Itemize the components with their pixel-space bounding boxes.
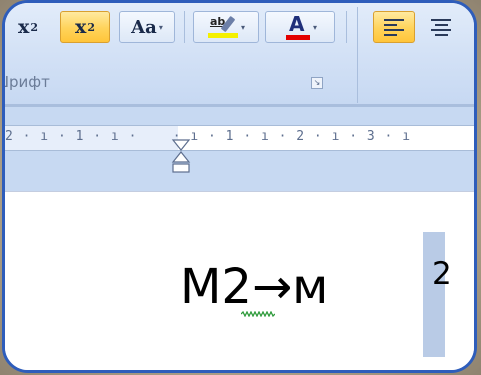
chevron-down-icon[interactable]: ▾: [313, 23, 317, 32]
text-highlight-button[interactable]: ab ▾: [193, 11, 259, 43]
font-color-label: A: [288, 12, 305, 36]
ribbon: x2 x2 Aa ▾ ab ▾ A ▾ рифт ↘: [5, 3, 474, 107]
chevron-down-icon: ▾: [158, 22, 163, 32]
font-color-bar: [285, 35, 310, 40]
ribbon-toolbar-row: x2 x2 Aa ▾ ab ▾ A ▾: [5, 3, 474, 49]
align-center-icon: [431, 18, 451, 36]
dialog-launcher-icon[interactable]: ↘: [311, 77, 323, 89]
toolbar-divider: [184, 11, 185, 43]
font-color-icon: A: [283, 12, 311, 41]
toolbar-divider: [346, 11, 347, 43]
text-selection: [423, 232, 445, 357]
highlighter-icon: ab: [207, 14, 239, 40]
horizontal-ruler[interactable]: 2 · ı · 1 · ı · · ı · 1 · ı · 2 · ı · 3 …: [5, 125, 474, 151]
change-case-label: Aa: [131, 16, 157, 38]
font-color-button[interactable]: A ▾: [265, 11, 335, 43]
subscript-button[interactable]: x2: [5, 11, 51, 43]
chevron-down-icon[interactable]: ▾: [241, 23, 245, 32]
spellcheck-squiggle-icon: [241, 311, 275, 317]
ruler-ticks: 2 · ı · 1 · ı · · ı · 1 · ı · 2 · ı · 3 …: [5, 129, 412, 144]
document-page[interactable]: M2→м 2: [5, 192, 474, 370]
font-group-label-text: Шрифт: [5, 73, 50, 91]
align-left-button[interactable]: [373, 11, 415, 43]
formula-text: M2→м: [180, 259, 329, 315]
formula-superscript: 2: [432, 256, 452, 292]
font-group-label: Шрифт: [5, 73, 50, 91]
superscript-suffix: 2: [87, 20, 95, 34]
superscript-label: x: [75, 16, 87, 38]
indent-marker-icon[interactable]: [171, 139, 191, 173]
superscript-button[interactable]: x2: [60, 11, 110, 43]
align-center-button[interactable]: [421, 11, 461, 43]
highlight-color-bar: [207, 33, 238, 38]
align-left-icon: [384, 18, 404, 36]
change-case-button[interactable]: Aa ▾: [119, 11, 175, 43]
screenshot-frame: x2 x2 Aa ▾ ab ▾ A ▾ рифт ↘ 2 · ı · 1 · ı…: [2, 0, 477, 373]
ribbon-group-divider: [357, 7, 358, 103]
subscript-suffix: 2: [30, 20, 38, 34]
subscript-label: x: [18, 16, 30, 38]
